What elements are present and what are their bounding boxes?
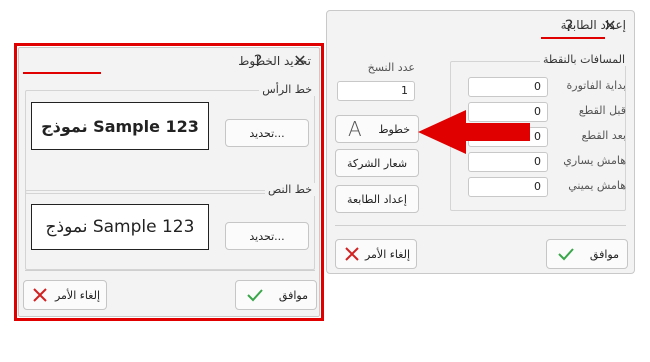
x-icon xyxy=(345,247,359,261)
body-font-label: خط النص xyxy=(265,183,315,196)
copies-input[interactable]: 1 xyxy=(337,81,415,101)
right-margin-input[interactable]: 0 xyxy=(468,177,548,197)
printer-ok-label: موافق xyxy=(589,247,619,261)
printer-dialog-separator xyxy=(335,225,626,226)
fonts-ok-label: موافق xyxy=(278,288,308,302)
body-font-sample: نموذج Sample 123 xyxy=(31,204,209,250)
distances-group-label: المسافات بالنقطة xyxy=(540,53,628,66)
fonts-title-underline xyxy=(23,72,101,74)
header-font-label: خط الرأس xyxy=(259,83,315,96)
printer-title-underline xyxy=(541,37,605,39)
header-font-sample: نموذج Sample 123 xyxy=(31,102,209,150)
fonts-close-button[interactable]: ✕ xyxy=(290,51,310,71)
printer-help-button[interactable]: ? xyxy=(559,16,579,36)
body-select-button[interactable]: تحديد... xyxy=(225,222,309,250)
red-arrow-icon xyxy=(418,110,530,154)
copies-label: عدد النسخ xyxy=(367,61,415,74)
fonts-button-label: خطوط xyxy=(378,122,410,136)
printer-cancel-label: إلغاء الأمر xyxy=(364,247,410,261)
field-label: بداية الفاتورة xyxy=(566,79,627,92)
field-label: قبل القطع xyxy=(578,104,626,117)
field-label: هامش يميني xyxy=(568,179,626,192)
fonts-ok-button[interactable]: موافق xyxy=(235,280,317,310)
fonts-cancel-label: إلغاء الأمر xyxy=(54,288,100,302)
header-select-button[interactable]: تحديد... xyxy=(225,119,309,147)
field-label: بعد القطع xyxy=(581,129,627,142)
printer-ok-button[interactable]: موافق xyxy=(546,239,628,269)
printer-setup-button[interactable]: إعداد الطابعة xyxy=(335,185,419,213)
fonts-cancel-button[interactable]: إلغاء الأمر xyxy=(23,280,107,310)
check-icon xyxy=(247,289,263,302)
check-icon xyxy=(558,248,574,261)
font-a-icon: A xyxy=(348,117,362,141)
fonts-help-button[interactable]: ? xyxy=(248,51,268,71)
invoice-start-input[interactable]: 0 xyxy=(468,77,548,97)
fonts-dialog-separator xyxy=(25,270,315,271)
printer-cancel-button[interactable]: إلغاء الأمر xyxy=(335,239,417,269)
fonts-dialog: تحديد الخطوط ? ✕ خط الرأس نموذج Sample 1… xyxy=(18,47,320,317)
company-logo-button[interactable]: شعار الشركة xyxy=(335,149,419,177)
printer-close-button[interactable]: ✕ xyxy=(600,16,620,36)
field-label: هامش يساري xyxy=(563,154,626,167)
x-icon xyxy=(33,288,47,302)
fonts-button[interactable]: A خطوط xyxy=(335,115,419,143)
